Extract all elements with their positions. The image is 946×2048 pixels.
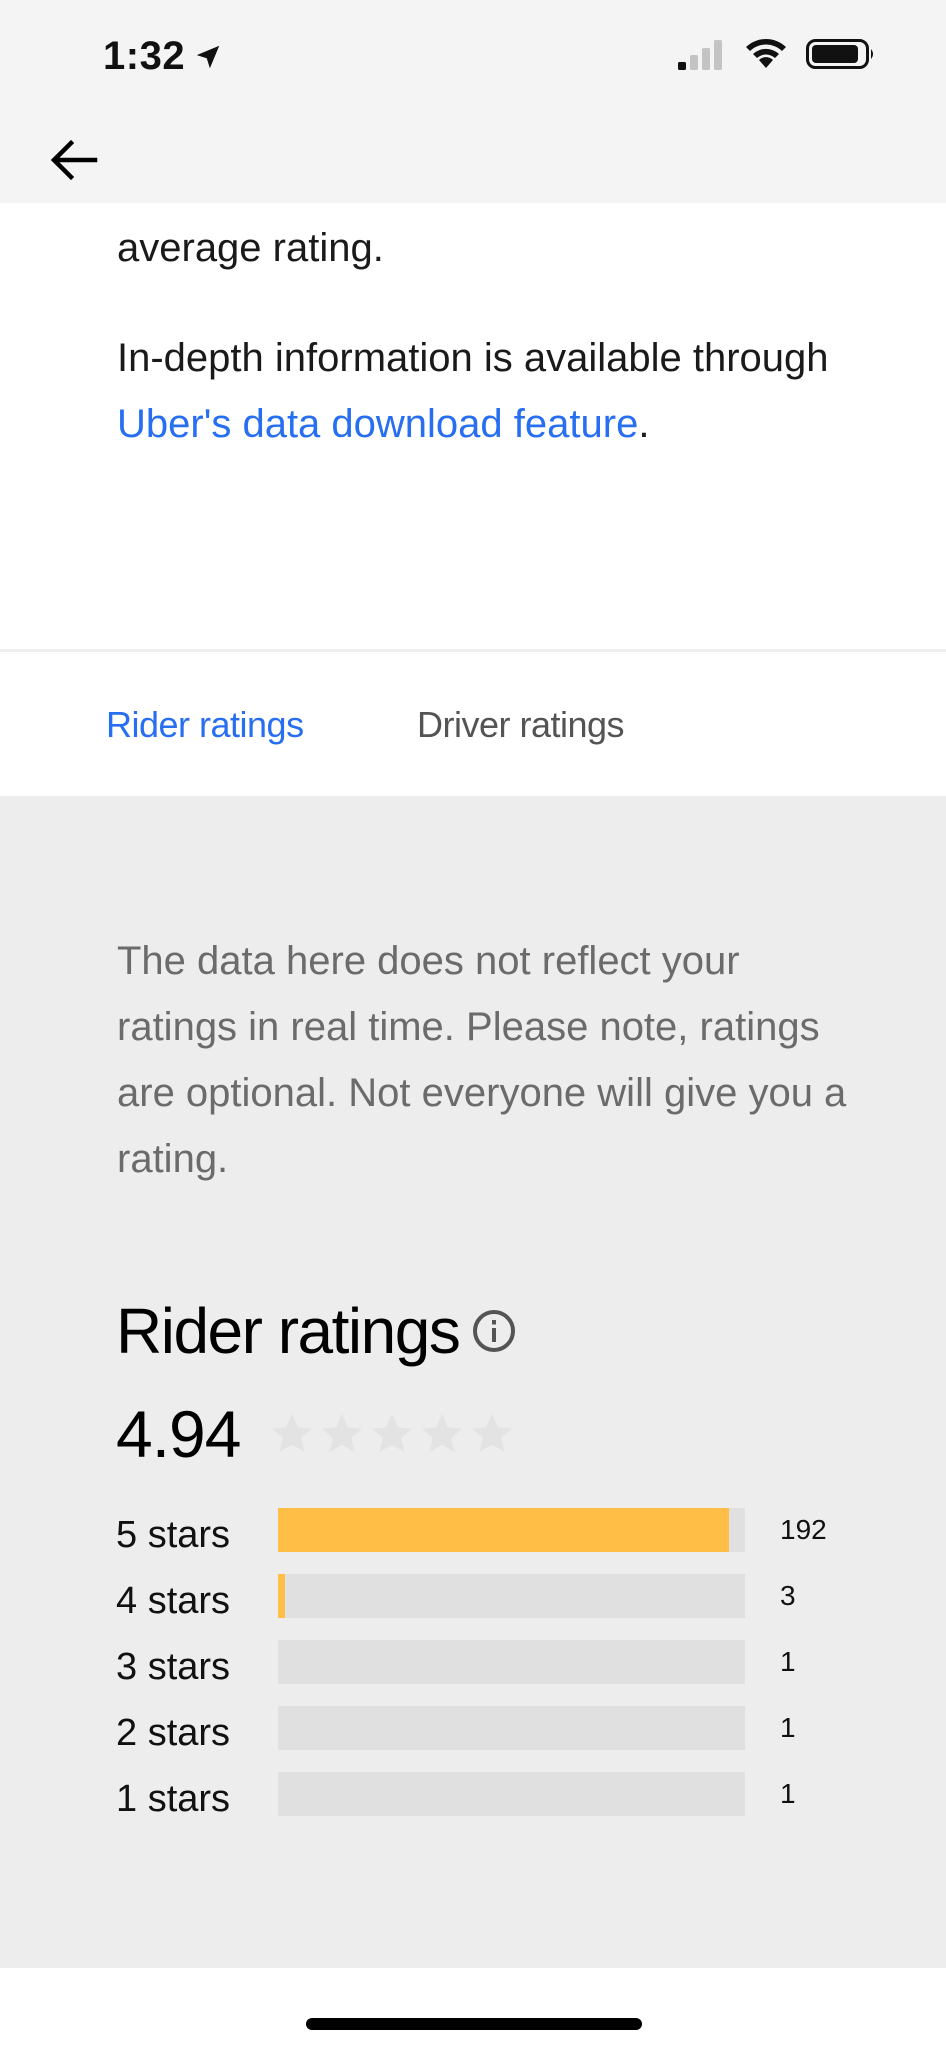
distribution-count: 1 [780,1646,796,1677]
info-circle-icon[interactable] [471,1308,517,1354]
arrow-left-icon [50,139,98,181]
star-icon [272,1414,313,1452]
distribution-bar-track [278,1640,745,1684]
ratings-header: Rider ratings [116,1294,517,1368]
top-nav [0,115,946,203]
status-time-group: 1:32 [103,34,223,79]
distribution-row-2: 2 stars 1 [116,1702,876,1768]
cellular-signal-icon [678,40,722,70]
wifi-icon [746,39,786,68]
average-rating-value: 4.94 [116,1397,241,1471]
location-arrow-icon [196,45,220,68]
star-icon [472,1414,513,1452]
average-rating-row: 4.94 [116,1396,516,1472]
rating-distribution: 5 stars 192 4 stars 3 3 stars 1 2 stars [116,1504,876,1834]
rating-stars [268,1410,516,1458]
distribution-count: 1 [780,1778,796,1809]
status-bar: 1:32 [0,0,946,115]
back-button[interactable] [44,133,104,187]
distribution-row-5: 5 stars 192 [116,1504,876,1570]
distribution-row-4: 4 stars 3 [116,1570,876,1636]
star-icon [322,1414,363,1452]
intro-section: average rating. In-depth information is … [0,203,946,649]
intro-text-suffix: . [638,402,650,446]
data-download-paragraph: In-depth information is available throug… [117,325,837,457]
data-download-link[interactable]: Uber's data download feature [117,402,638,446]
distribution-count: 192 [780,1514,827,1545]
distribution-bar-track [278,1772,745,1816]
intro-text: average rating. [117,226,384,270]
distribution-bar-fill [278,1574,285,1618]
home-indicator[interactable] [306,2018,642,2030]
distribution-bar-track [278,1574,745,1618]
battery-icon [806,39,873,69]
status-time: 1:32 [103,34,186,78]
distribution-row-3: 3 stars 1 [116,1636,876,1702]
ratings-tabs: Rider ratings Driver ratings [0,652,946,796]
distribution-count: 3 [780,1580,796,1611]
ratings-title: Rider ratings [116,1295,461,1367]
distribution-label: 1 stars [116,1778,231,1820]
distribution-label: 3 stars [116,1646,231,1688]
tab-rider-ratings[interactable]: Rider ratings [106,704,304,746]
distribution-label: 2 stars [116,1712,231,1754]
star-icon [372,1414,413,1452]
distribution-bar-track [278,1508,745,1552]
distribution-count: 1 [780,1712,796,1743]
bottom-safe-area [0,1968,946,2048]
distribution-row-1: 1 stars 1 [116,1768,876,1834]
star-icon [422,1414,463,1452]
distribution-bar-track [278,1706,745,1750]
distribution-bar-fill [278,1508,729,1552]
intro-text-prefix: In-depth information is available throug… [117,336,829,380]
realtime-notice: The data here does not reflect your rati… [117,939,847,1181]
distribution-label: 4 stars [116,1580,231,1622]
distribution-label: 5 stars [116,1514,231,1556]
tab-driver-ratings[interactable]: Driver ratings [417,704,625,746]
ratings-content: The data here does not reflect your rati… [0,796,946,1968]
status-icons [676,38,876,70]
